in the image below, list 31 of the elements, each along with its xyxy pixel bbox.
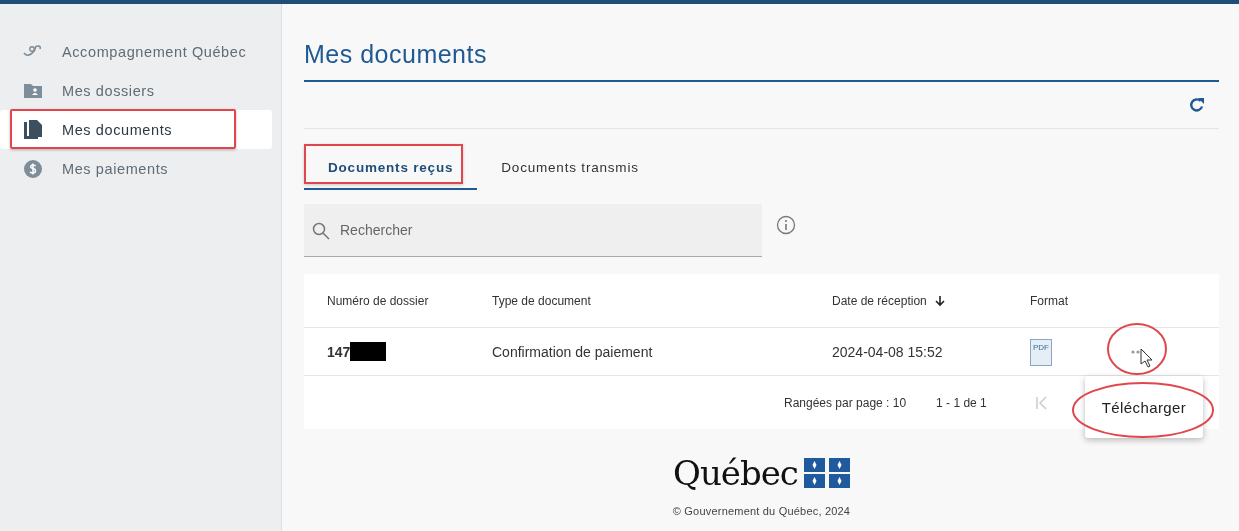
page-range: 1 - 1 de 1: [936, 395, 987, 410]
rows-per-page: Rangées par page : 10: [784, 395, 907, 410]
copyright-text: © Gouvernement du Québec, 2024: [671, 505, 852, 517]
sidebar-item[interactable]: Mes documents: [0, 110, 272, 149]
dossier-number: 147: [327, 344, 351, 360]
column-header: Format: [1030, 293, 1068, 308]
search-icon: [312, 222, 330, 240]
support-icon: [23, 44, 43, 59]
info-icon[interactable]: [776, 215, 796, 235]
page-title: Mes documents: [304, 4, 1219, 82]
tab[interactable]: Documents reçus: [304, 146, 478, 190]
reception-date: 2024-04-08 15:52: [832, 343, 943, 360]
sidebar-item[interactable]: Mes dossiers: [0, 71, 272, 110]
folder-icon: [24, 83, 42, 98]
column-header: Type de document: [492, 293, 591, 308]
quebec-flag-icon: [803, 458, 850, 488]
refresh-icon[interactable]: [1189, 97, 1205, 113]
column-header: Numéro de dossier: [327, 293, 429, 308]
sidebar-item[interactable]: Accompagnement Québec: [0, 32, 272, 71]
download-menu-item[interactable]: Télécharger: [1101, 398, 1187, 416]
tab[interactable]: Documents transmis: [477, 146, 663, 190]
dollar-icon: [24, 159, 42, 178]
sort-arrow-icon[interactable]: [934, 294, 945, 307]
sidebar-item[interactable]: Mes paiements: [0, 149, 272, 188]
documents-icon: [24, 120, 42, 139]
document-type: Confirmation de paiement: [492, 343, 653, 360]
pdf-file-icon[interactable]: PDF: [1030, 339, 1052, 366]
search-field[interactable]: Rechercher: [304, 204, 762, 257]
cursor-icon: [1140, 348, 1154, 368]
quebec-logo-text: Québec: [673, 453, 798, 493]
column-header[interactable]: Date de réception: [832, 293, 927, 308]
